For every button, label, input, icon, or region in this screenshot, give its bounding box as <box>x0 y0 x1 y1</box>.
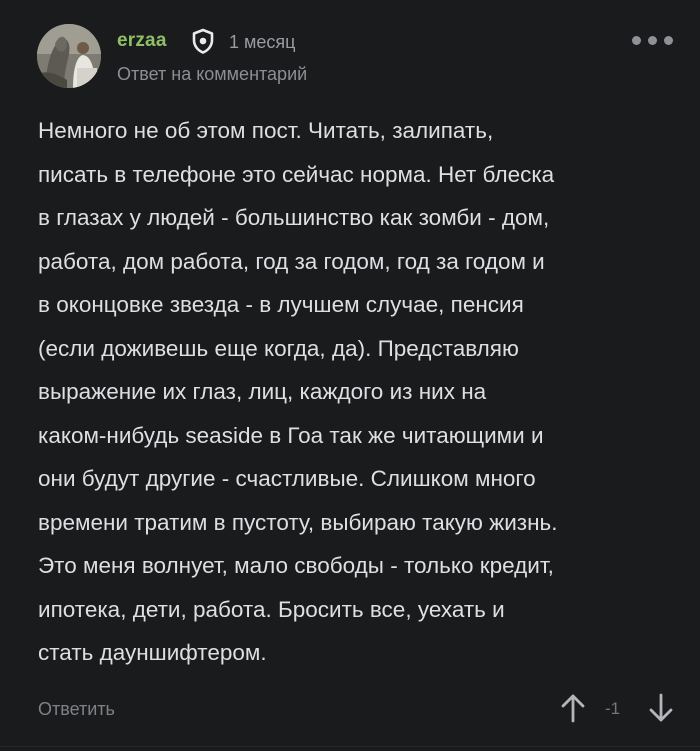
comment-line: каком-нибудь seaside в Гоа так же читающ… <box>38 422 544 448</box>
comment-line: Это меня волнует, мало свободы - только … <box>38 553 554 578</box>
comment-card: erzaa 1 месяц Ответ на комментарий Немно… <box>0 0 700 751</box>
arrow-up-icon[interactable] <box>560 692 586 724</box>
reply-to-link[interactable]: Ответ на комментарий <box>117 62 307 86</box>
author-name[interactable]: erzaa <box>117 29 167 53</box>
comment-line: времени тратим в пустоту, выбираю такую … <box>38 509 558 535</box>
rating-value: -1 <box>605 699 621 718</box>
comment-line: работа, дом работа, год за годом, год за… <box>38 248 545 274</box>
dot <box>664 36 673 45</box>
comment-line: в глазах у людей - большинство как зомби… <box>38 205 550 230</box>
comment-line: (если доживешь еще когда, да). Представл… <box>38 335 519 361</box>
comment-line: они будут другие - счастливые. Слишком м… <box>38 466 536 491</box>
comment-line: стать дауншифтером. <box>38 640 267 665</box>
dot <box>632 36 641 45</box>
avatar-photo <box>37 24 101 88</box>
dot <box>648 36 657 45</box>
comment-line: в оконцовке звезда - в лучшем случае, пе… <box>38 292 524 317</box>
shield-icon <box>192 28 214 54</box>
comment-line: выражение их глаз, лиц, каждого из них н… <box>38 379 487 404</box>
comment-line: писать в телефоне это сейчас норма. Нет … <box>38 161 555 187</box>
avatar[interactable] <box>37 24 101 88</box>
comment-body: Немного не об этом пост. Читать, залипат… <box>38 109 678 675</box>
arrow-down-icon[interactable] <box>648 692 674 724</box>
comment-line: Немного не об этом пост. Читать, залипат… <box>38 118 494 143</box>
reply-button[interactable]: Ответить <box>38 697 115 721</box>
divider <box>0 746 700 747</box>
comment-time: 1 месяц <box>229 32 296 52</box>
comment-line: ипотека, дети, работа. Бросить все, уеха… <box>38 596 505 622</box>
more-dots-icon[interactable] <box>632 34 674 48</box>
